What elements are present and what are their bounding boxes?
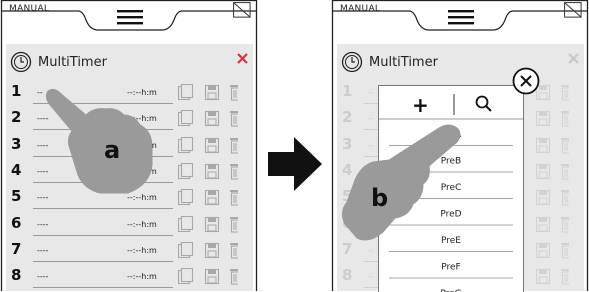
page-corner-icon[interactable]: [564, 2, 582, 18]
timer-index: 8: [11, 266, 22, 285]
right-arrow: [268, 137, 322, 191]
timer-index: 5: [11, 187, 22, 206]
trash-icon: [561, 137, 569, 154]
timer-name: --: [368, 245, 374, 255]
timer-index: 2: [11, 108, 22, 127]
trash-icon: [230, 190, 238, 206]
row-divider: [33, 208, 173, 210]
trash-icon: [230, 137, 238, 154]
row-divider: [33, 234, 173, 236]
save-icon: [204, 242, 220, 258]
timer-index: 7: [11, 239, 22, 258]
save-icon: [204, 111, 220, 127]
timer-index: 1: [342, 82, 353, 100]
save-icon: [535, 242, 551, 258]
timer-time: --:--h:m: [127, 219, 157, 229]
save-icon: [535, 163, 551, 179]
left-device-screen: MANUAL MultiTimer 1 -- --:--h:m 2 ---- --:--h…: [0, 0, 258, 291]
save-icon: [204, 269, 220, 285]
right-device-screen: MANUAL MultiTimer 1----:--h:m2----:--h:m…: [331, 0, 589, 292]
timer-time: --:--h:m: [127, 245, 157, 255]
trash-icon: [230, 85, 238, 101]
save-icon: [204, 137, 220, 153]
timer-name: --: [368, 272, 374, 282]
app-title: MultiTimer: [38, 55, 107, 70]
close-x-icon[interactable]: [512, 67, 540, 95]
search-icon[interactable]: [475, 95, 492, 112]
save-icon: [204, 190, 220, 206]
timer-name: ----: [37, 219, 49, 229]
callout-letter-a: a: [104, 136, 120, 164]
pointing-hand-a: a: [45, 88, 153, 194]
multitimer-clock-icon: [341, 51, 363, 73]
mode-label: MANUAL: [9, 4, 50, 14]
hamburger-menu-icon[interactable]: [448, 9, 474, 25]
multitimer-clock-icon: [10, 51, 32, 73]
preset-item[interactable]: PreF: [441, 263, 461, 273]
close-x-icon[interactable]: [237, 53, 248, 64]
trash-icon: [230, 242, 238, 259]
trash-icon: [230, 163, 238, 180]
timer-name: ----: [37, 245, 49, 255]
mode-label: MANUAL: [340, 4, 381, 14]
trash-icon: [561, 242, 569, 259]
timer-row[interactable]: 8 ---- --:--h:m: [0, 263, 258, 289]
trash-icon: [561, 85, 569, 101]
hamburger-menu-icon[interactable]: [117, 9, 143, 25]
timer-time: --:--h:m: [127, 272, 157, 282]
add-preset-button[interactable]: +: [412, 93, 429, 117]
copy-icon: [178, 189, 194, 206]
pointing-hand-b: b: [341, 124, 461, 241]
copy-icon: [178, 84, 194, 101]
timer-name: ----: [37, 272, 49, 282]
callout-letter-b: b: [371, 184, 388, 212]
save-icon: [535, 111, 551, 127]
timer-index: 4: [11, 160, 22, 179]
trash-icon: [230, 216, 238, 233]
trash-icon: [561, 111, 569, 127]
save-icon: [204, 163, 220, 179]
save-icon: [535, 137, 551, 153]
save-icon: [535, 269, 551, 285]
save-icon: [204, 216, 220, 232]
timer-index: 1: [11, 82, 22, 100]
timer-index: 8: [342, 266, 353, 285]
copy-icon: [178, 215, 194, 232]
copy-icon: [178, 241, 194, 258]
save-icon: [535, 216, 551, 232]
row-divider: [33, 287, 173, 289]
save-icon: [535, 190, 551, 206]
trash-icon: [230, 269, 238, 285]
row-divider: [33, 260, 173, 262]
trash-icon: [561, 216, 569, 233]
timer-row[interactable]: 6 ---- --:--h:m: [0, 211, 258, 237]
timer-index: 6: [11, 213, 22, 232]
save-icon: [204, 84, 220, 101]
copy-icon: [178, 162, 194, 179]
page-corner-icon[interactable]: [233, 2, 251, 18]
trash-icon: [561, 269, 569, 285]
trash-icon: [561, 190, 569, 206]
timer-name: --: [368, 88, 374, 97]
app-title: MultiTimer: [369, 55, 438, 70]
trash-icon: [561, 163, 569, 180]
copy-icon: [178, 110, 194, 127]
close-x-icon-dimmed: [568, 53, 579, 64]
copy-icon: [178, 136, 194, 153]
copy-icon: [178, 268, 194, 285]
trash-icon: [230, 111, 238, 127]
timer-row[interactable]: 7 ---- --:--h:m: [0, 237, 258, 263]
timer-index: 3: [11, 134, 22, 153]
